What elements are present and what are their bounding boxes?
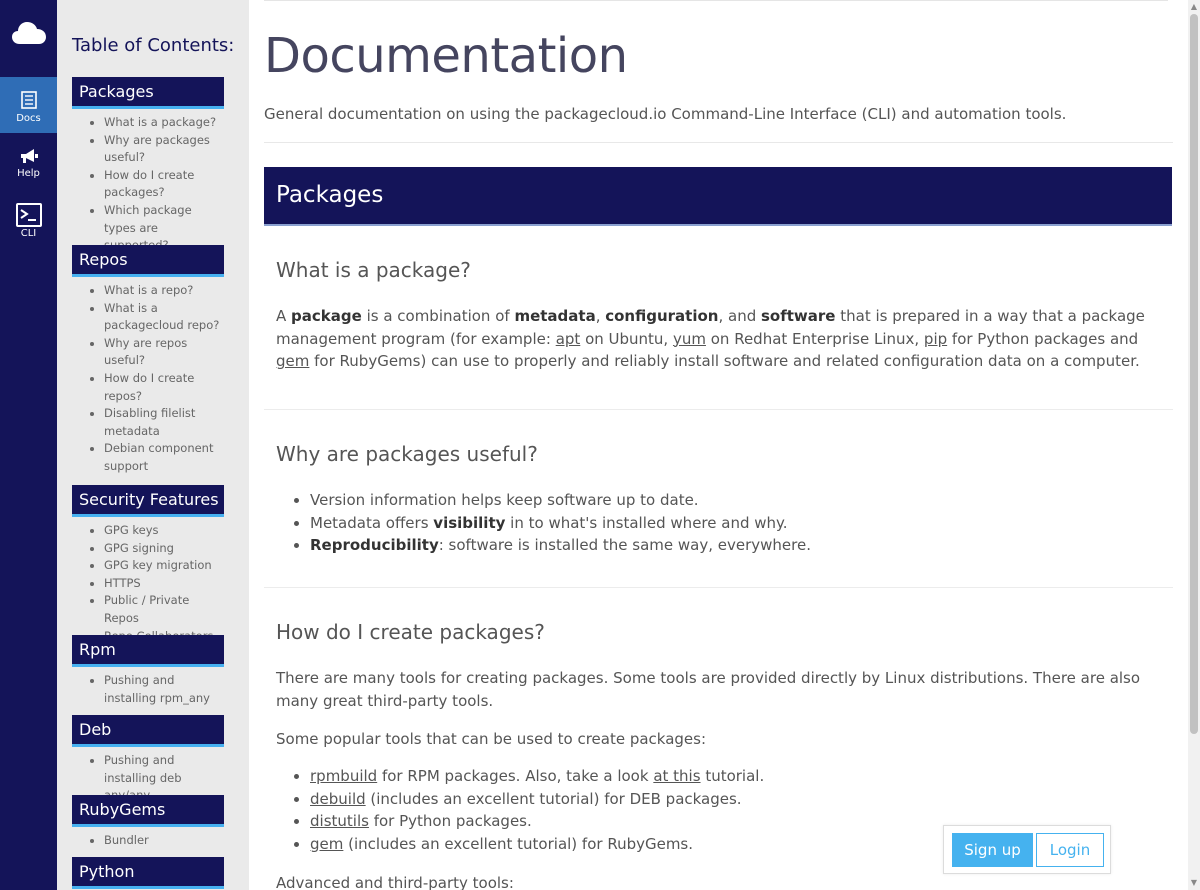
rail-item-docs[interactable]: Docs — [0, 77, 57, 133]
toc-link[interactable]: Pushing and installing rpm_any — [104, 672, 224, 707]
toc-heading[interactable]: Security Features — [72, 485, 224, 517]
rpmbuild-link[interactable]: rpmbuild — [310, 767, 377, 785]
distutils-link[interactable]: distutils — [310, 812, 369, 830]
why-list: Version information helps keep software … — [310, 489, 1170, 557]
debuild-link[interactable]: debuild — [310, 790, 366, 808]
list-item: Version information helps keep software … — [310, 489, 1170, 512]
toc-link[interactable]: Why are packages useful? — [104, 132, 224, 167]
section-header-title: Packages — [276, 182, 384, 208]
toc-section-rpm: Rpm Pushing and installing rpm_any — [72, 635, 224, 707]
toc-section-deb: Deb Pushing and installing deb any/any — [72, 715, 224, 805]
apt-link[interactable]: apt — [556, 330, 581, 348]
toc-link[interactable]: Bundler — [104, 832, 224, 850]
toc-section-security: Security Features GPG keys GPG signing G… — [72, 485, 224, 645]
divider — [264, 142, 1173, 143]
auth-box: Sign up Login — [943, 825, 1111, 874]
list-item: Reproducibility: software is installed t… — [310, 534, 1170, 557]
list-item: debuild (includes an excellent tutorial)… — [310, 788, 1170, 811]
toc-section-repos: Repos What is a repo? What is a packagec… — [72, 245, 224, 476]
toc-link[interactable]: Disabling filelist metadata — [104, 405, 224, 440]
scrollbar[interactable]: ▲ ▼ — [1188, 0, 1200, 890]
toc-link[interactable]: Why are repos useful? — [104, 335, 224, 370]
heading-what-is-a-package: What is a package? — [276, 258, 471, 282]
toc-section-python: Python — [72, 857, 224, 889]
toc-link[interactable]: Public / Private Repos — [104, 592, 224, 627]
toc-link[interactable]: What is a package? — [104, 114, 224, 132]
yum-link[interactable]: yum — [673, 330, 706, 348]
toc-link[interactable]: HTTPS — [104, 575, 224, 593]
scroll-up-icon[interactable]: ▲ — [1190, 2, 1198, 12]
how-paragraph-1: There are many tools for creating packag… — [276, 669, 1141, 710]
toc-heading[interactable]: Deb — [72, 715, 224, 747]
divider — [264, 0, 1168, 1]
toc-heading[interactable]: Repos — [72, 245, 224, 277]
toc-link[interactable]: GPG signing — [104, 540, 224, 558]
login-button[interactable]: Login — [1036, 833, 1104, 867]
list-item: rpmbuild for RPM packages. Also, take a … — [310, 765, 1170, 788]
doc-icon — [20, 91, 37, 109]
scroll-down-icon[interactable]: ▼ — [1190, 878, 1198, 888]
rail-item-label: CLI — [20, 228, 37, 239]
toc-link[interactable]: GPG keys — [104, 522, 224, 540]
toc-link[interactable]: How do I create repos? — [104, 370, 224, 405]
toc-heading[interactable]: Python — [72, 857, 224, 889]
toc-section-packages: Packages What is a package? Why are pack… — [72, 77, 224, 255]
gem-tool-link[interactable]: gem — [310, 835, 343, 853]
toc-link[interactable]: What is a repo? — [104, 282, 224, 300]
megaphone-icon — [20, 149, 38, 163]
heading-how-do-i-create-packages: How do I create packages? — [276, 620, 545, 644]
toc-heading[interactable]: RubyGems — [72, 795, 224, 827]
list-item: Metadata offers visibility in to what's … — [310, 512, 1170, 535]
section-header-packages: Packages — [264, 167, 1172, 226]
rail-item-help[interactable]: Help — [0, 134, 57, 190]
page-title: Documentation — [264, 28, 628, 84]
signup-button[interactable]: Sign up — [952, 833, 1033, 867]
toc-link[interactable]: How do I create packages? — [104, 167, 224, 202]
scrollbar-thumb[interactable] — [1190, 14, 1198, 734]
heading-why-are-packages-useful: Why are packages useful? — [276, 442, 538, 466]
toc-title: Table of Contents: — [72, 35, 235, 56]
how-paragraph-2: Some popular tools that can be used to c… — [276, 730, 707, 748]
how-paragraph-3: Advanced and third-party tools: — [276, 874, 514, 890]
divider — [264, 587, 1173, 588]
toc-link[interactable]: What is a packagecloud repo? — [104, 300, 224, 335]
toc-link[interactable]: Debian component support — [104, 440, 224, 475]
toc-heading[interactable]: Packages — [72, 77, 224, 109]
divider — [264, 409, 1173, 410]
gem-link[interactable]: gem — [276, 352, 309, 370]
page-subtitle: General documentation on using the packa… — [264, 105, 1067, 123]
toc-section-rubygems: RubyGems Bundler — [72, 795, 224, 850]
pip-link[interactable]: pip — [924, 330, 947, 348]
what-is-a-package-paragraph: A package is a combination of metadata, … — [276, 307, 1145, 370]
table-of-contents: Table of Contents: Packages What is a pa… — [57, 0, 249, 890]
at-this-link[interactable]: at this — [653, 767, 700, 785]
rail-item-cli[interactable]: CLI — [0, 191, 57, 247]
toc-link[interactable]: GPG key migration — [104, 557, 224, 575]
toc-heading[interactable]: Rpm — [72, 635, 224, 667]
nav-rail: Docs Help CLI — [0, 0, 57, 890]
rail-item-label: Help — [17, 168, 40, 179]
cloud-logo-icon[interactable] — [12, 20, 46, 46]
rail-item-label: Docs — [16, 113, 41, 124]
terminal-icon — [15, 203, 42, 227]
